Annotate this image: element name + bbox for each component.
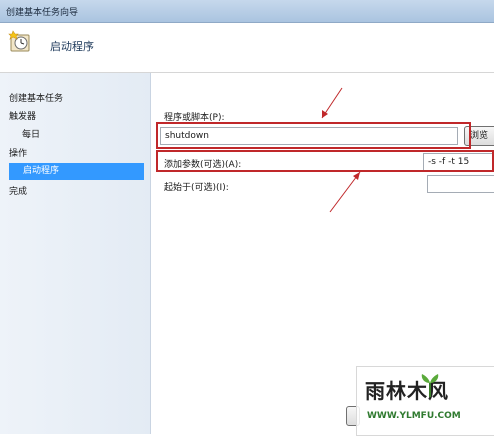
tree-logo-icon (421, 374, 439, 397)
arrow-to-program-icon (321, 87, 343, 119)
site-watermark: 雨林木风 WWW.YLMFU.COM (356, 366, 494, 436)
arrow-to-arguments-icon (329, 171, 361, 213)
watermark-url: WWW.YLMFU.COM (367, 411, 461, 421)
